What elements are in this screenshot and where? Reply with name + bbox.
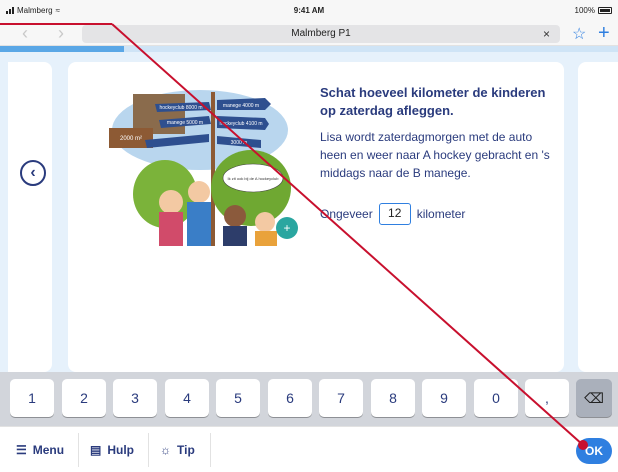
help-button[interactable]: ▤ Hulp: [90, 427, 134, 472]
menu-button[interactable]: ☰ Menu: [16, 427, 64, 472]
toolbar-divider: [148, 433, 149, 467]
new-tab-button[interactable]: +: [598, 22, 610, 44]
key-9[interactable]: 9: [422, 379, 466, 417]
signpost-pole: [211, 92, 215, 246]
child-face-2: [188, 181, 210, 203]
back-arrow-icon[interactable]: ‹: [22, 24, 28, 42]
key-8[interactable]: 8: [371, 379, 415, 417]
key-4[interactable]: 4: [165, 379, 209, 417]
bottom-toolbar: ☰ Menu ▤ Hulp ☼ Tip: [0, 426, 618, 472]
hamburger-icon: ☰: [16, 443, 27, 457]
browser-toolbar: ‹ › Malmberg P1 × ☆ +: [0, 22, 618, 46]
battery-icon: [598, 7, 612, 14]
sign-text-6: 3000 m: [231, 140, 248, 146]
previous-exercise-button[interactable]: ‹: [20, 160, 46, 186]
key-2[interactable]: 2: [62, 379, 106, 417]
numeric-keypad: 1 2 3 4 5 6 7 8 9 0 , ⌫: [0, 372, 618, 426]
child-face-4: [255, 212, 275, 232]
child-body-1: [159, 212, 183, 246]
page-title: Malmberg P1: [291, 28, 351, 39]
lightbulb-icon: ☼: [160, 443, 171, 457]
key-5[interactable]: 5: [216, 379, 260, 417]
ok-button[interactable]: OK: [576, 438, 612, 464]
menu-label: Menu: [32, 443, 65, 457]
key-comma[interactable]: ,: [525, 379, 569, 417]
answer-input[interactable]: 12: [378, 203, 411, 225]
briefcase-icon: ▤: [90, 443, 102, 457]
key-3[interactable]: 3: [113, 379, 157, 417]
sign-text-2: manege 4000 m: [223, 103, 259, 109]
zoom-icon-label: +: [283, 221, 290, 235]
question-body: Lisa wordt zaterdagmorgen met de auto he…: [320, 130, 550, 180]
key-1[interactable]: 1: [10, 379, 54, 417]
child-body-4: [255, 231, 277, 246]
child-face-1: [159, 190, 183, 214]
speech-bubble-text: Ik zit ook bij de A hockeyclub: [228, 176, 280, 181]
child-face-3: [224, 205, 246, 227]
star-icon[interactable]: ☆: [572, 24, 586, 44]
sign-text-1: hockeyclub 8000 m: [159, 105, 202, 111]
key-0[interactable]: 0: [474, 379, 518, 417]
answer-row: Ongeveer 12 kilometer: [320, 203, 465, 225]
sign-text-4: hockeyclub 4100 m: [219, 121, 262, 127]
key-6[interactable]: 6: [268, 379, 312, 417]
sign-text-3: manege 5000 m: [167, 120, 203, 126]
key-7[interactable]: 7: [319, 379, 363, 417]
forward-arrow-icon[interactable]: ›: [58, 24, 64, 42]
tip-label: Tip: [177, 443, 195, 457]
help-label: Hulp: [107, 443, 135, 457]
status-bar: Malmberg ≈ 9:41 AM 100%: [0, 0, 618, 22]
tip-button[interactable]: ☼ Tip: [160, 427, 195, 472]
status-right: 100%: [575, 6, 612, 15]
previous-card[interactable]: [8, 62, 52, 372]
status-time: 9:41 AM: [293, 6, 325, 15]
exercise-illustration: 2000 m² hockeyclub 8000 m manege 4000 m …: [109, 90, 298, 246]
area-sign-text: 2000 m²: [120, 136, 142, 142]
answer-unit: kilometer: [416, 207, 466, 221]
child-body-2: [187, 202, 211, 246]
toolbar-divider: [78, 433, 79, 467]
next-card[interactable]: [578, 62, 618, 372]
clear-url-button[interactable]: ×: [543, 25, 550, 43]
answer-prefix: Ongeveer: [320, 207, 373, 221]
question-title: Schat hoeveel kilometer de kinderen op z…: [320, 85, 546, 118]
battery-percent: 100%: [574, 6, 595, 15]
address-bar[interactable]: Malmberg P1 ×: [82, 25, 560, 43]
child-body-3: [223, 226, 247, 246]
toolbar-divider: [210, 433, 211, 467]
backspace-icon[interactable]: ⌫: [576, 379, 612, 417]
question-block: Schat hoeveel kilometer de kinderen op z…: [320, 84, 552, 182]
